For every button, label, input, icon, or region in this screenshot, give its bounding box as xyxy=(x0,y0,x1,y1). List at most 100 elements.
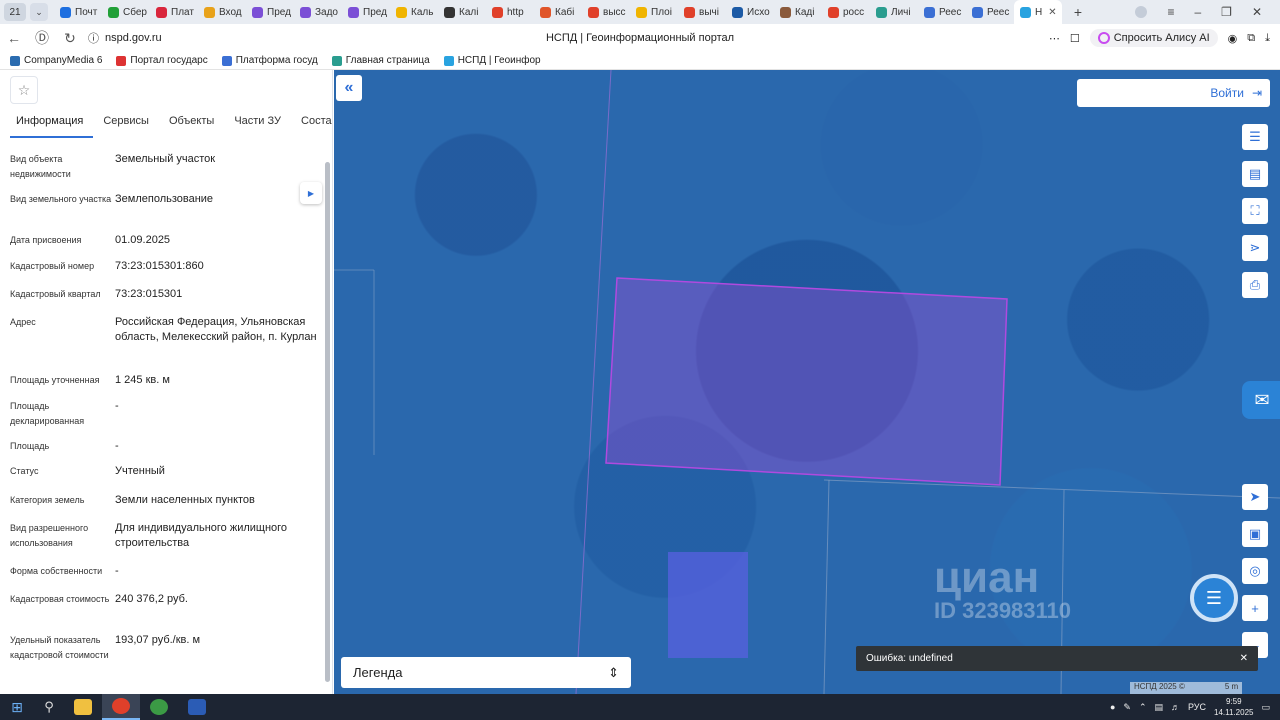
panel-tab[interactable]: Объекты xyxy=(159,110,224,138)
tab-counter[interactable]: 21 xyxy=(4,3,26,21)
panel-tab[interactable]: Части ЗУ xyxy=(224,110,291,138)
word-icon[interactable] xyxy=(178,694,216,720)
selected-parcel[interactable] xyxy=(605,277,1008,486)
geolocation-icon[interactable]: ◎ xyxy=(1242,558,1268,584)
panel-tab[interactable]: Сервисы xyxy=(93,110,159,138)
reload-icon[interactable]: ↻ xyxy=(56,30,84,47)
volume-icon[interactable]: ♬ xyxy=(1171,702,1180,712)
browser-tab[interactable]: Личі xyxy=(870,0,918,24)
language-indicator[interactable]: РУС xyxy=(1188,702,1206,712)
browser-tab[interactable]: Сбер xyxy=(102,0,150,24)
downloads-icon[interactable]: ⤓ xyxy=(1265,32,1270,45)
browser-tabbar: 21 ⌄ Почт Сбер Плат Вход Пред Задо Пред Каль Кал… xyxy=(0,0,1280,24)
navigate-icon[interactable]: ➤ xyxy=(1242,484,1268,510)
browser-tab[interactable]: Пред xyxy=(342,0,390,24)
ask-alice-button[interactable]: Спросить Алису AI xyxy=(1089,29,1218,47)
notifications-icon[interactable]: ▭ xyxy=(1261,702,1270,713)
select-area-icon[interactable]: ⛶ xyxy=(1242,198,1268,224)
property-label: Вид объекта недвижимости xyxy=(10,154,71,179)
property-label: Кадастровая стоимость xyxy=(10,594,110,604)
bookmark-icon[interactable]: ☐ xyxy=(1070,32,1080,45)
panel-tab[interactable]: Соста xyxy=(291,110,332,138)
browser-tab[interactable]: Каль xyxy=(390,0,438,24)
restore-icon[interactable]: ❐ xyxy=(1221,5,1232,19)
close-icon[interactable]: ✕ xyxy=(1240,653,1248,664)
chat-bubble-icon[interactable]: ☰ xyxy=(1190,574,1238,622)
bookmark-item[interactable]: НСПД | Геоинфор xyxy=(443,55,541,66)
tab-favicon-icon xyxy=(588,6,599,18)
tray-app-icon[interactable]: ● xyxy=(1110,702,1115,712)
favorite-star-icon[interactable]: ☆ xyxy=(10,76,38,104)
profile-icon[interactable] xyxy=(1135,6,1148,18)
address-bar: ← Ⓓ ↻ ⓘ nspd.gov.ru НСПД | Геоинформацио… xyxy=(0,24,1280,52)
panel-scrollbar[interactable] xyxy=(325,162,330,682)
browser-tab[interactable]: Плоі xyxy=(630,0,678,24)
browser-tab[interactable]: Плат xyxy=(150,0,198,24)
search-icon[interactable]: ⚲ xyxy=(34,699,64,715)
layers-icon[interactable]: ☰ xyxy=(1242,124,1268,150)
browser-tab[interactable]: Кабі xyxy=(534,0,582,24)
property-row: Статус Учтенный xyxy=(10,464,318,479)
browser-tab[interactable]: вычі xyxy=(678,0,726,24)
zoom-in-icon[interactable]: + xyxy=(1242,595,1268,621)
new-tab-button[interactable]: + xyxy=(1068,4,1088,20)
ruler-icon[interactable]: ▤ xyxy=(1242,161,1268,187)
legend-select[interactable]: Легенда ⇕ xyxy=(341,657,631,688)
map-canvas[interactable]: « Войти ⇥ ☰ ▤ ⛶ ⋗ ⎙ ✉ ➤ ▣ ◎ + – ☰ циан I… xyxy=(334,70,1280,694)
panel-tab[interactable]: Информация xyxy=(10,110,94,138)
login-button[interactable]: Войти ⇥ xyxy=(1077,79,1270,107)
network-icon[interactable]: ▤ xyxy=(1154,702,1163,713)
site-info-icon[interactable]: ⓘ xyxy=(88,30,99,46)
browser-tab[interactable]: высс xyxy=(582,0,630,24)
windows-start-icon[interactable]: ⊞ xyxy=(0,694,34,720)
browser-tab[interactable]: Н ✕ xyxy=(1014,0,1062,24)
tab-favicon-icon xyxy=(780,6,791,18)
panel-tabs: Информация Сервисы Объекты Части ЗУ Соста xyxy=(0,110,332,138)
pen-icon[interactable]: ✎ xyxy=(1123,702,1131,713)
bookmark-item[interactable]: Портал государс xyxy=(116,55,208,66)
boundary-line xyxy=(575,70,612,694)
property-value: 73:23:015301:860 xyxy=(115,260,204,272)
tabs-dropdown-icon[interactable]: ⌄ xyxy=(30,3,48,21)
bookmark-item[interactable]: Главная страница xyxy=(331,55,430,66)
close-tab-icon[interactable]: ✕ xyxy=(1048,7,1056,18)
extension-icon[interactable]: ◉ xyxy=(1228,32,1238,45)
back-icon[interactable]: ← xyxy=(0,30,28,46)
browser-tab[interactable]: Пред xyxy=(246,0,294,24)
minimap-icon[interactable]: ▣ xyxy=(1242,521,1268,547)
info-panel: ☆ Информация Сервисы Объекты Части ЗУ Соста … xyxy=(0,70,333,694)
browser-tab[interactable]: Калі xyxy=(438,0,486,24)
minimize-icon[interactable]: – xyxy=(1194,5,1201,19)
clock[interactable]: 9:59 14.11.2025 xyxy=(1214,696,1253,718)
chrome-icon[interactable] xyxy=(140,694,178,720)
menu-icon[interactable]: ≡ xyxy=(1167,5,1174,19)
yandex-icon[interactable]: Ⓓ xyxy=(28,28,56,48)
browser-tab[interactable]: Исхо xyxy=(726,0,774,24)
share-icon[interactable]: ⋗ xyxy=(1242,235,1268,261)
chevron-up-icon[interactable]: ⌃ xyxy=(1139,702,1147,713)
browser-tab[interactable]: Реес xyxy=(966,0,1014,24)
print-icon[interactable]: ⎙ xyxy=(1242,272,1268,298)
bookmark-item[interactable]: CompanyMedia 6 xyxy=(10,55,102,66)
browser-tab[interactable]: http xyxy=(486,0,534,24)
bookmark-favicon-icon xyxy=(116,55,127,66)
browser-tab[interactable]: Каді xyxy=(774,0,822,24)
tab-label: Кабі xyxy=(555,6,575,18)
file-explorer-icon[interactable] xyxy=(64,694,102,720)
tab-label: высс xyxy=(603,6,626,18)
browser-tab[interactable]: Вход xyxy=(198,0,246,24)
collapse-panel-icon[interactable]: « xyxy=(336,75,362,101)
browser-tab[interactable]: Реес xyxy=(918,0,966,24)
yandex-browser-icon[interactable] xyxy=(102,694,140,720)
building-footprint[interactable] xyxy=(668,552,748,658)
browser-tab[interactable]: росс xyxy=(822,0,870,24)
property-value: - xyxy=(115,400,119,412)
support-chat-icon[interactable]: ✉ xyxy=(1242,381,1280,419)
more-icon[interactable]: ⋯ xyxy=(1049,32,1060,45)
close-window-icon[interactable]: ✕ xyxy=(1252,5,1262,19)
url-field[interactable]: ⓘ nspd.gov.ru xyxy=(88,30,162,46)
browser-tab[interactable]: Почт xyxy=(54,0,102,24)
collections-icon[interactable]: ⧉ xyxy=(1247,32,1255,45)
bookmark-item[interactable]: Платформа госуд xyxy=(221,55,318,66)
browser-tab[interactable]: Задо xyxy=(294,0,342,24)
